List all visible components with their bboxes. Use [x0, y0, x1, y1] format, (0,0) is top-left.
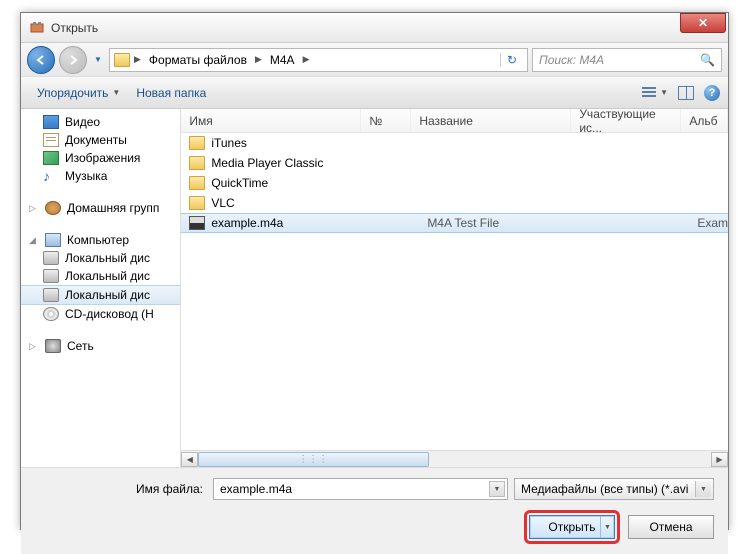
network-icon — [45, 339, 61, 353]
folder-item[interactable]: Media Player Classic — [181, 153, 728, 173]
file-type-select[interactable]: Медиафайлы (все типы) (*.avi ▼ — [514, 478, 714, 500]
sidebar-item-documents[interactable]: Документы — [21, 131, 180, 149]
column-headers: Имя № Название Участвующие ис... Альб — [181, 109, 728, 133]
refresh-button[interactable]: ↻ — [500, 53, 523, 67]
file-item[interactable]: example.m4a M4A Test File Exam — [181, 213, 728, 233]
horizontal-scrollbar[interactable]: ◀ ⋮⋮⋮ ▶ — [181, 450, 728, 467]
chevron-down-icon: ▼ — [112, 88, 120, 97]
col-artist[interactable]: Участвующие ис... — [571, 109, 681, 132]
m4a-file-icon — [189, 216, 205, 230]
sidebar-computer[interactable]: ◢Компьютер — [21, 231, 180, 249]
scroll-thumb[interactable]: ⋮⋮⋮ — [198, 452, 429, 467]
cancel-button[interactable]: Отмена — [628, 515, 714, 539]
sidebar-drive[interactable]: Локальный дис — [21, 285, 180, 305]
chevron-down-icon: ▼ — [660, 88, 668, 97]
view-mode-button[interactable]: ▼ — [642, 87, 668, 99]
folder-icon — [189, 136, 205, 150]
col-album[interactable]: Альб — [681, 109, 728, 132]
nav-history-dropdown[interactable]: ▼ — [91, 47, 105, 73]
sidebar-item-images[interactable]: Изображения — [21, 149, 180, 167]
expand-icon: ◢ — [29, 235, 39, 246]
scroll-right-arrow[interactable]: ▶ — [711, 452, 728, 467]
sidebar-item-video[interactable]: Видео — [21, 113, 180, 131]
folder-icon — [189, 176, 205, 190]
chevron-right-icon: ▶ — [132, 54, 143, 65]
chevron-right-icon: ▶ — [301, 54, 312, 65]
address-bar[interactable]: ▶ Форматы файлов ▶ M4A ▶ ↻ — [109, 48, 528, 72]
chevron-right-icon: ▶ — [253, 54, 264, 65]
file-list: iTunes Media Player Classic QuickTime VL… — [181, 133, 728, 450]
computer-icon — [45, 233, 61, 247]
folder-icon — [189, 156, 205, 170]
folder-item[interactable]: QuickTime — [181, 173, 728, 193]
sidebar-drive[interactable]: Локальный дис — [21, 249, 180, 267]
highlight-annotation: Открыть ▼ — [524, 510, 620, 544]
col-name[interactable]: Имя — [181, 109, 361, 132]
breadcrumb-seg[interactable]: M4A — [266, 53, 299, 67]
scroll-left-arrow[interactable]: ◀ — [181, 452, 198, 467]
col-num[interactable]: № — [361, 109, 411, 132]
video-icon — [43, 115, 59, 129]
disk-icon — [43, 288, 59, 302]
folder-item[interactable]: VLC — [181, 193, 728, 213]
nav-forward-button[interactable] — [59, 46, 87, 74]
scroll-track[interactable]: ⋮⋮⋮ — [198, 452, 711, 467]
organize-button[interactable]: Упорядочить ▼ — [29, 82, 128, 104]
search-input[interactable]: Поиск: M4A 🔍 — [532, 48, 722, 72]
filename-label: Имя файла: — [35, 482, 207, 496]
filename-input[interactable]: example.m4a ▼ — [213, 478, 508, 500]
folder-item[interactable]: iTunes — [181, 133, 728, 153]
sidebar-item-music[interactable]: ♪Музыка — [21, 167, 180, 185]
chevron-down-icon[interactable]: ▼ — [600, 516, 614, 538]
main-area: Видео Документы Изображения ♪Музыка ▷Дом… — [21, 109, 728, 467]
sidebar-drive[interactable]: Локальный дис — [21, 267, 180, 285]
open-button[interactable]: Открыть ▼ — [529, 515, 615, 539]
nav-bar: ▼ ▶ Форматы файлов ▶ M4A ▶ ↻ Поиск: M4A … — [21, 43, 728, 77]
folder-icon — [189, 196, 205, 210]
chevron-down-icon[interactable]: ▼ — [695, 481, 711, 497]
sidebar: Видео Документы Изображения ♪Музыка ▷Дом… — [21, 109, 181, 467]
app-icon — [29, 20, 45, 36]
file-pane: Имя № Название Участвующие ис... Альб iT… — [181, 109, 728, 467]
homegroup-icon — [45, 201, 61, 215]
bottom-panel: Имя файла: example.m4a ▼ Медиафайлы (все… — [21, 467, 728, 554]
col-title[interactable]: Название — [411, 109, 571, 132]
music-icon: ♪ — [43, 169, 59, 183]
sidebar-network[interactable]: ▷Сеть — [21, 337, 180, 355]
breadcrumb-seg[interactable]: Форматы файлов — [145, 53, 251, 67]
document-icon — [43, 133, 59, 147]
chevron-down-icon[interactable]: ▼ — [489, 481, 505, 497]
list-view-icon — [642, 87, 658, 99]
toolbar: Упорядочить ▼ Новая папка ▼ ? — [21, 77, 728, 109]
close-button[interactable]: ✕ — [680, 13, 726, 33]
new-folder-button[interactable]: Новая папка — [128, 82, 214, 104]
window-title: Открыть — [51, 21, 724, 35]
sidebar-homegroup[interactable]: ▷Домашняя групп — [21, 199, 180, 217]
image-icon — [43, 151, 59, 165]
preview-pane-button[interactable] — [678, 86, 694, 100]
disk-icon — [43, 251, 59, 265]
search-icon: 🔍 — [700, 53, 715, 67]
cd-icon — [43, 307, 59, 321]
disk-icon — [43, 269, 59, 283]
expand-icon: ▷ — [29, 341, 39, 352]
sidebar-cd-drive[interactable]: CD-дисковод (H — [21, 305, 180, 323]
titlebar: Открыть ✕ — [21, 13, 728, 43]
nav-back-button[interactable] — [27, 46, 55, 74]
open-dialog: Открыть ✕ ▼ ▶ Форматы файлов ▶ M4A ▶ ↻ П… — [20, 12, 729, 530]
folder-icon — [114, 53, 130, 67]
search-placeholder: Поиск: M4A — [539, 53, 604, 67]
help-button[interactable]: ? — [704, 85, 720, 101]
expand-icon: ▷ — [29, 203, 39, 214]
